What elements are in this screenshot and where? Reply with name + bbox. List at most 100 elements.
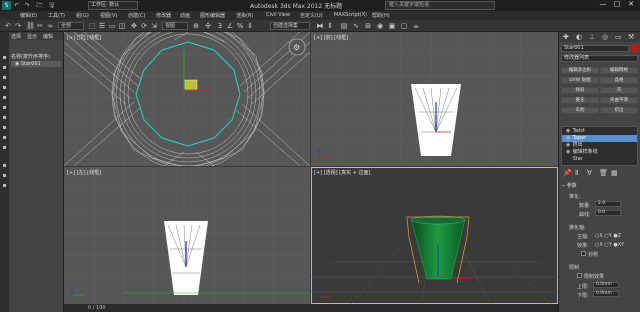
link-icon[interactable]: ⛓ [26, 22, 35, 30]
rect-selection-icon[interactable]: ▭ [108, 22, 116, 30]
effect-radios[interactable]: ○X ○Y ●XY [595, 242, 624, 248]
eye-icon[interactable]: ◉ [566, 142, 571, 149]
tool-icon-12[interactable]: ▪ [1, 172, 8, 179]
viewport-left-label[interactable]: [+] [左] [线框] [67, 169, 101, 176]
quick-access-toolbar[interactable]: ↶ ↷ 🗁 🖫 [14, 1, 56, 11]
menu-tools[interactable]: 工具(T) [48, 12, 65, 19]
minimize-icon[interactable]: — [596, 0, 610, 8]
tool-icon-9[interactable]: ▪ [1, 134, 8, 141]
undo-icon[interactable]: ↶ [4, 22, 12, 30]
tool-icon-1[interactable]: ▪ [1, 54, 8, 61]
remove-modifier-icon[interactable]: 🗑 [599, 169, 608, 177]
modifier-button-4[interactable]: 晶格 [600, 77, 638, 84]
maximize-icon[interactable]: □ [610, 0, 624, 8]
object-color-swatch[interactable] [631, 45, 638, 52]
modifier-button-9[interactable]: 车削 [561, 107, 599, 114]
viewport-left[interactable]: [+] [左] [线框] [64, 167, 310, 304]
app-logo-icon[interactable]: S [2, 1, 11, 10]
menu-modifiers[interactable]: 修改器 [156, 12, 171, 19]
make-unique-icon[interactable]: ∀ [587, 169, 592, 177]
pivot-icon[interactable]: ⊕ [192, 22, 200, 30]
percent-snap-icon[interactable]: % [236, 22, 244, 30]
menu-graph-editors[interactable]: 图形编辑器 [200, 12, 225, 19]
viewport-top[interactable]: [+] [顶] [线框] ⚙ [64, 32, 310, 166]
named-selection-set-dropdown[interactable]: 创建选择集 [270, 22, 310, 30]
select-icon[interactable]: ⬚ [88, 22, 96, 30]
tool-icon-5[interactable]: ▪ [1, 94, 8, 101]
schematic-view-icon[interactable]: ⊞ [364, 22, 372, 30]
menu-customize[interactable]: 自定义(U) [300, 12, 323, 19]
window-crossing-icon[interactable]: ◫ [118, 22, 126, 30]
select-manipulate-icon[interactable]: ✣ [204, 22, 212, 30]
curve-spinner[interactable]: 0.0 [595, 210, 621, 216]
scene-explorer-header[interactable]: 名称(按升序排序) [11, 53, 50, 60]
menu-help[interactable]: 帮助(H) [372, 12, 390, 19]
render-setup-icon[interactable]: ▣ [388, 22, 396, 30]
eye-icon[interactable]: ◉ [566, 135, 571, 142]
amount-spinner[interactable]: 2.9 [595, 201, 621, 207]
menu-create[interactable]: 创建(C) [128, 12, 145, 19]
tool-icon-6[interactable]: ▪ [1, 104, 8, 111]
tool-icon-3[interactable]: ▪ [1, 74, 8, 81]
rotate-icon[interactable]: ⟳ [140, 22, 148, 30]
utilities-tab-icon[interactable]: ⚒ [628, 33, 634, 41]
move-icon[interactable]: ✥ [130, 22, 138, 30]
eye-icon[interactable]: ◉ [566, 149, 571, 156]
modify-tab-icon[interactable]: ◐ [576, 33, 582, 41]
menu-animation[interactable]: 动画 [180, 12, 190, 19]
render-icon[interactable]: ☕ [412, 22, 420, 30]
menu-civil-view[interactable]: Civil View [266, 12, 290, 18]
parameters-rollout[interactable]: − 参数 [561, 182, 638, 189]
modifier-button-7[interactable]: 锥化 [561, 97, 599, 104]
angle-snap-icon[interactable]: ∠ [226, 22, 234, 30]
limit-effect-checkbox[interactable] [577, 273, 582, 278]
layer-manager-icon[interactable]: ▤ [340, 22, 348, 30]
modifier-button-8[interactable]: 弯曲平滑 [600, 97, 638, 104]
viewport-perspective-label[interactable]: [+] [透视] [真实 + 边面] [314, 169, 370, 176]
lower-limit-spinner[interactable]: 0.0mm [593, 291, 619, 297]
modifier-button-1[interactable]: 编辑多边形 [561, 67, 599, 74]
tool-icon-8[interactable]: ▪ [1, 124, 8, 131]
modifier-list-dropdown[interactable]: 修改器列表 [561, 55, 638, 62]
menu-rendering[interactable]: 渲染(R) [236, 12, 253, 19]
stack-item-star[interactable]: Star [562, 156, 637, 163]
selection-filter-dropdown[interactable]: 全部 [58, 22, 84, 30]
viewport-front[interactable]: [+] [前] [线框] [311, 32, 558, 166]
modifier-button-6[interactable]: 壳 [600, 87, 638, 94]
bind-space-warp-icon[interactable]: ≈ [46, 22, 54, 30]
scene-item-star001[interactable]: ◉ Star001 [11, 61, 61, 67]
viewport-perspective[interactable]: [+] [透视] [真实 + 边面] [311, 167, 558, 304]
rendered-frame-icon[interactable]: ▢ [400, 22, 408, 30]
time-slider[interactable]: 0 / 100 [64, 304, 558, 312]
modifier-button-3[interactable]: UVW 贴图 [561, 77, 599, 84]
tool-icon-7[interactable]: ▪ [1, 114, 8, 121]
spinner-snap-icon[interactable]: ⇕ [246, 22, 254, 30]
align-icon[interactable]: ⫴ [326, 22, 334, 30]
pin-stack-icon[interactable]: 📌 [563, 169, 572, 177]
tool-icon-2[interactable]: ▪ [1, 64, 8, 71]
configure-modifier-sets-icon[interactable]: ▦ [611, 169, 618, 177]
search-input[interactable]: 键入关键字或短语 [385, 1, 495, 10]
select-by-name-icon[interactable]: ☰ [98, 22, 106, 30]
tool-icon-4[interactable]: ▪ [1, 84, 8, 91]
tab-select[interactable]: 选择 [11, 33, 21, 40]
modifier-button-5[interactable]: 倾斜 [561, 87, 599, 94]
reference-coord-dropdown[interactable]: 视图 [162, 22, 188, 30]
unlink-icon[interactable]: ✂ [36, 22, 44, 30]
display-tab-icon[interactable]: ▭ [615, 33, 622, 41]
tool-icon-10[interactable]: ▪ [1, 144, 8, 151]
stack-item-extrude[interactable]: ◉ 挤出 [562, 142, 637, 149]
menu-views[interactable]: 视图(V) [100, 12, 117, 19]
viewport-top-label[interactable]: [+] [顶] [线框] [67, 34, 101, 41]
symmetric-checkbox[interactable] [581, 251, 586, 256]
curve-editor-icon[interactable]: ∿ [352, 22, 360, 30]
tool-icon-11[interactable]: ▪ [1, 162, 8, 169]
tool-icon-13[interactable]: ▪ [1, 182, 8, 189]
object-name-field[interactable]: Star001 [561, 45, 629, 52]
menu-edit[interactable]: 编辑(E) [20, 12, 37, 19]
create-tab-icon[interactable]: ✚ [563, 33, 569, 41]
primary-axis-radios[interactable]: ○X ○Y ●Z [595, 233, 621, 239]
menu-group[interactable]: 组(G) [76, 12, 89, 19]
stack-item-twist[interactable]: ◉ Twist [562, 128, 637, 135]
eye-icon[interactable]: ◉ [566, 128, 571, 135]
